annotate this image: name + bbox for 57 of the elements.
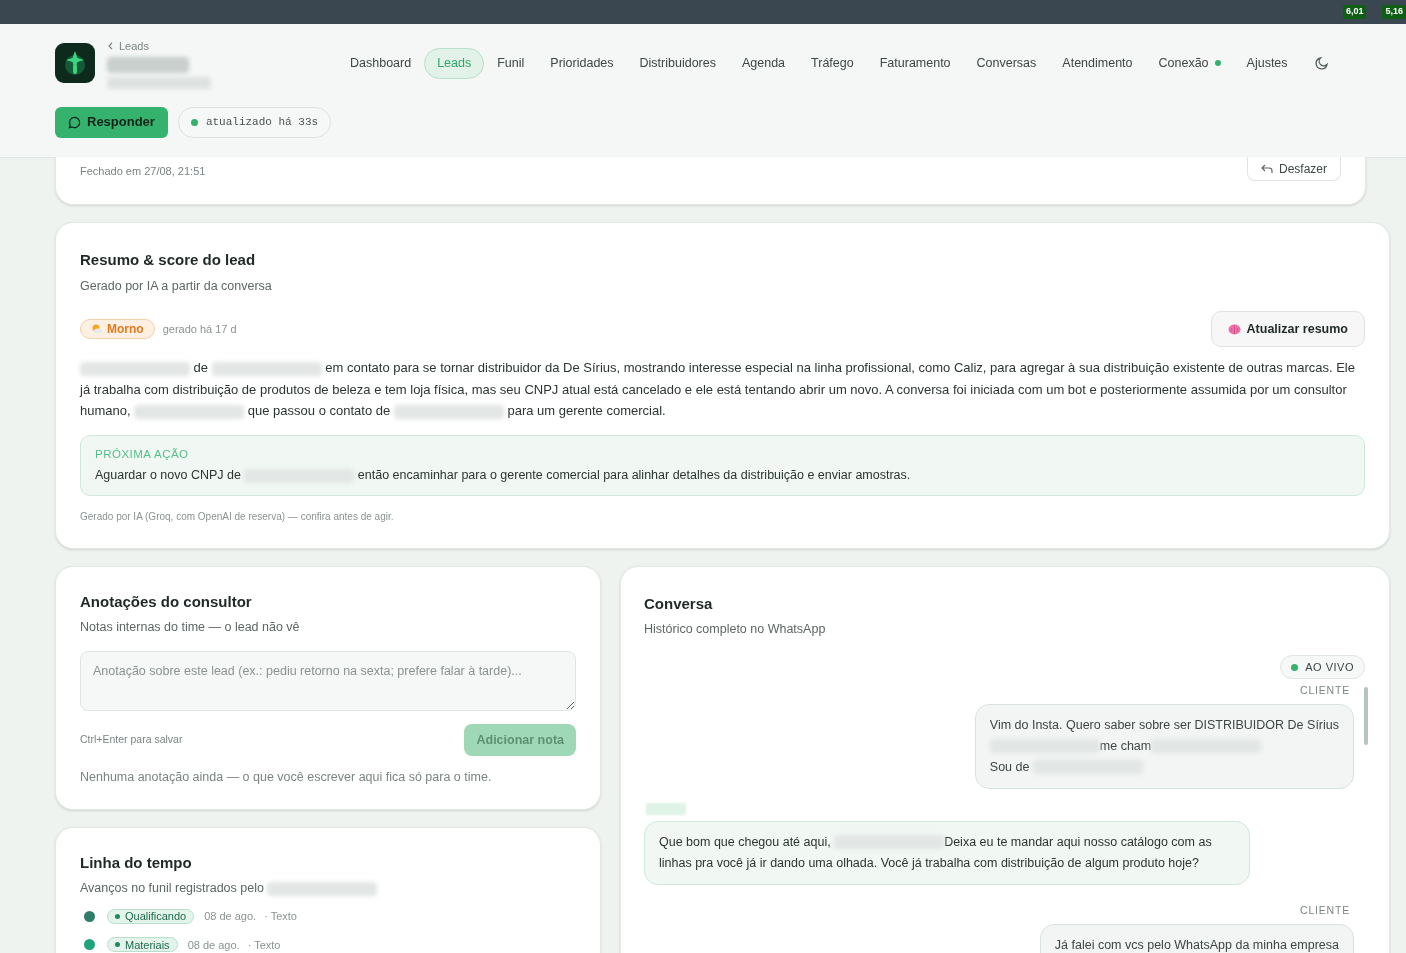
breadcrumb-link[interactable]: Leads — [107, 38, 297, 55]
redacted-sender — [646, 802, 686, 815]
undo-button[interactable]: Desfazer — [1246, 157, 1341, 181]
next-action-label: PRÓXIMA AÇÃO — [95, 446, 190, 462]
sender-label: CLIENTE — [1300, 683, 1350, 698]
chat-bubble-icon — [68, 115, 81, 129]
stage-tag: Materiais — [107, 937, 178, 953]
reply-button[interactable]: Responder — [55, 106, 168, 138]
card-title: Anotações do consultor — [80, 591, 253, 612]
event-type: · Texto — [247, 937, 281, 953]
nav-tab[interactable]: Ajustes — [1233, 47, 1301, 79]
moon-icon[interactable] — [1314, 56, 1329, 71]
extension-badge[interactable]: 6,01 — [1342, 5, 1367, 19]
card-subtitle: Gerado por IA a partir da conversa — [80, 277, 273, 295]
nav-tab[interactable]: Distribuidores — [626, 47, 729, 79]
undo-arrow-icon — [1260, 163, 1273, 174]
nav-tab[interactable]: Agenda — [728, 47, 799, 79]
nav-tab[interactable]: Prioridades — [537, 47, 627, 79]
nav-tab[interactable]: Faturamento — [866, 47, 964, 79]
note-input[interactable]: Anotação sobre este lead (ex.: pediu retorno na sexta; prefere falar à tarde)... — [80, 651, 576, 711]
event-date: 08 de ago. — [204, 909, 257, 924]
card-title: Conversa — [644, 593, 714, 614]
temperature-badge: Morno — [80, 319, 155, 340]
nav-tab[interactable]: Tráfego — [798, 47, 867, 79]
card-title: Resumo & score do lead — [80, 250, 257, 270]
nav-tab[interactable]: Conexão — [1145, 47, 1234, 79]
nav-tab[interactable]: Conversas — [963, 47, 1050, 79]
message-bubble: Já falei com vcs pelo WhatsApp da minha empresa — [1039, 923, 1354, 953]
card-subtitle: Histórico completo no WhatsApp — [644, 621, 827, 639]
scrollbar[interactable] — [1364, 686, 1368, 745]
extension-badge[interactable]: 5,16 — [1382, 5, 1406, 19]
sender-label: CLIENTE — [1300, 902, 1350, 918]
nav-tab[interactable]: Atendimento — [1049, 47, 1146, 79]
refresh-summary-button[interactable]: Atualizar resumo — [1210, 311, 1365, 348]
event-date: 08 de ago. — [187, 937, 240, 953]
sync-text: atualizado há 33s — [205, 114, 319, 130]
save-hint: Ctrl+Enter para salvar — [80, 732, 183, 748]
message-bubble: Que bom que chegou até aqui, Deixa eu te mandar aqui nosso catálogo com as linhas pra você já ir dando uma olhada. Você já trabalha com distribuição de algum produto hoje? — [644, 820, 1250, 885]
card-subtitle: Notas internas do time — o lead não vê — [80, 619, 301, 637]
nav-tab[interactable]: Dashboard — [337, 47, 425, 79]
nav-tab[interactable]: Funil — [484, 47, 538, 79]
card-title: Linha do tempo — [80, 852, 193, 873]
message-bubble: Vim do Insta. Quero saber sobre ser DISTRIBUIDOR De Sírius me cham Sou de — [974, 703, 1354, 789]
closed-date: Fechado em 27/08, 21:51 — [80, 164, 206, 179]
chevron-left-icon — [107, 42, 115, 51]
app-logo[interactable] — [55, 43, 95, 84]
live-badge: AO VIVO — [1280, 655, 1365, 679]
card-subtitle: Avanços no funil registrados pelo — [80, 879, 576, 898]
summary-text: de em contato para se tornar distribuidor da De Sírius, mostrando interesse especial na linha profissional, como Caliz, para agregar à sua distribuição existente de outras marcas. Ele já trabalha com distribuição de produtos de beleza e tem loja física, mas seu CNPJ atual está cancelado e ele está tentando abrir um novo. A conversa foi iniciada com um bot e posteriormente assumida por um consultor humano, que passou o contato de para um gerente comercial. — [80, 359, 1356, 421]
empty-notes-text: Nenhuma anotação ainda — o que você escrever aqui fica só para o time. — [80, 769, 493, 786]
event-type: · Texto — [264, 909, 297, 924]
ai-disclaimer: Gerado por IA (Groq, com OpenAI de reserva) — confira antes de agir. — [80, 509, 395, 524]
next-action-text: Aguardar o novo CNPJ de então encaminhar para o gerente comercial para alinhar detalhes da distribuição e enviar amostras. — [95, 467, 912, 485]
brain-icon — [1227, 323, 1241, 335]
stage-tag: Qualificando — [107, 908, 195, 924]
sun-cloud-icon — [91, 323, 103, 336]
generated-time: gerado há 17 d — [162, 322, 237, 337]
